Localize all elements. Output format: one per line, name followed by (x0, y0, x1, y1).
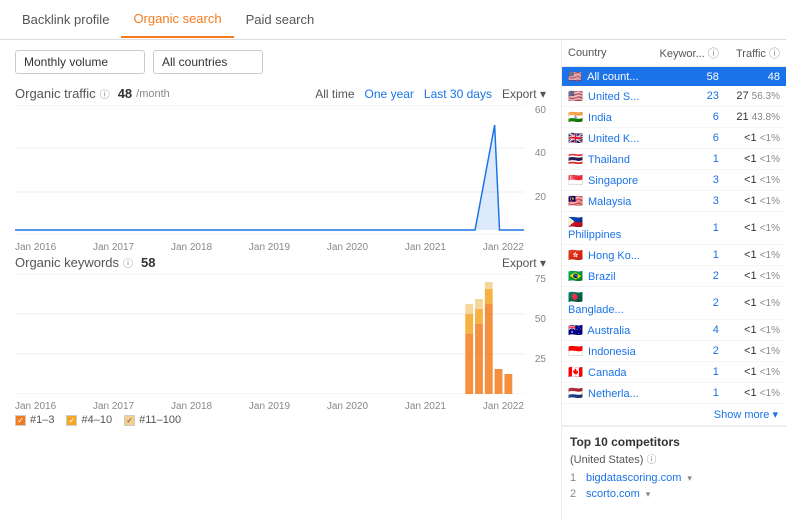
traffic-xlabel-6: Jan 2022 (483, 242, 524, 253)
traffic-chart (15, 105, 524, 235)
country-row[interactable]: 🇮🇳 India 6 21 43.8% (562, 107, 786, 128)
country-row[interactable]: 🇮🇩 Indonesia 2 <1 <1% (562, 341, 786, 362)
time-one-year[interactable]: One year (365, 87, 414, 101)
traffic-xlabel-1: Jan 2017 (93, 242, 134, 253)
country-row[interactable]: 🇧🇷 Brazil 2 <1 <1% (562, 266, 786, 287)
legend-item-4-10: ✓ #4–10 (66, 414, 112, 426)
country-select[interactable]: All countries (153, 50, 263, 74)
kw-xlabel-5: Jan 2021 (405, 401, 446, 412)
keywords-chart (15, 274, 524, 394)
country-row[interactable]: 🇭🇰 Hong Ko... 1 <1 <1% (562, 245, 786, 266)
traffic-axis-60: 60 (526, 105, 546, 116)
competitors-info-icon[interactable]: ⓘ (646, 455, 656, 466)
country-row[interactable]: 🇹🇭 Thailand 1 <1 <1% (562, 149, 786, 170)
competitor-arrow-icon: ▾ (687, 473, 692, 484)
kw-xlabel-2: Jan 2018 (171, 401, 212, 412)
kw-xlabel-6: Jan 2022 (483, 401, 524, 412)
tab-paid-search[interactable]: Paid search (234, 2, 327, 37)
country-row[interactable]: 🇬🇧 United K... 6 <1 <1% (562, 128, 786, 149)
traffic-axis-40: 40 (526, 148, 546, 159)
volume-select[interactable]: Monthly volume (15, 50, 145, 74)
country-row[interactable]: 🇨🇦 Canada 1 <1 <1% (562, 362, 786, 383)
competitor-link[interactable]: bigdatascoring.com (586, 472, 681, 484)
country-table: Country Keywor... ⓘ Traffic ⓘ 🇺🇸 All cou… (562, 40, 786, 404)
traffic-export[interactable]: Export ▾ (502, 87, 546, 101)
kw-xlabel-4: Jan 2020 (327, 401, 368, 412)
traffic-xlabel-2: Jan 2018 (171, 242, 212, 253)
tab-organic-search[interactable]: Organic search (121, 1, 233, 38)
traffic-col-info[interactable]: ⓘ (769, 48, 780, 60)
competitor-item[interactable]: 1 bigdatascoring.com ▾ (570, 472, 778, 484)
country-row[interactable]: 🇳🇱 Netherla... 1 <1 <1% (562, 383, 786, 404)
tab-backlink-profile[interactable]: Backlink profile (10, 2, 121, 37)
keywords-export[interactable]: Export ▾ (502, 256, 546, 270)
traffic-xlabel-5: Jan 2021 (405, 242, 446, 253)
kw-xlabel-0: Jan 2016 (15, 401, 56, 412)
traffic-xlabel-0: Jan 2016 (15, 242, 56, 253)
show-more-btn[interactable]: Show more ▾ (562, 404, 786, 426)
country-row[interactable]: 🇲🇾 Malaysia 3 <1 <1% (562, 191, 786, 212)
keywords-title: Organic keywords (15, 255, 119, 270)
traffic-unit: /month (136, 88, 170, 100)
keywords-col-info[interactable]: ⓘ (708, 48, 719, 60)
country-row[interactable]: 🇵🇭 Philippines 1 <1 <1% (562, 212, 786, 245)
keywords-value: 58 (141, 255, 155, 270)
competitors-subtitle: (United States) ⓘ (570, 451, 778, 466)
competitor-num: 1 (570, 472, 580, 484)
legend-item-11-100: ✓ #11–100 (124, 414, 181, 426)
col-country: Country (562, 40, 647, 67)
traffic-info-icon[interactable]: ⓘ (100, 86, 110, 101)
legend-item-1-3: ✓ #1–3 (15, 414, 54, 426)
time-last-30[interactable]: Last 30 days (424, 87, 492, 101)
competitor-arrow-icon: ▾ (646, 489, 651, 500)
kw-xlabel-3: Jan 2019 (249, 401, 290, 412)
kw-axis-50: 50 (526, 314, 546, 325)
country-row[interactable]: 🇺🇸 United S... 23 27 56.3% (562, 86, 786, 107)
kw-axis-75: 75 (526, 274, 546, 285)
competitor-num: 2 (570, 488, 580, 500)
kw-xlabel-1: Jan 2017 (93, 401, 134, 412)
country-row[interactable]: 🇺🇸 All count... 58 48 (562, 67, 786, 87)
tabs-bar: Backlink profile Organic search Paid sea… (0, 0, 786, 40)
country-row[interactable]: 🇦🇺 Australia 4 <1 <1% (562, 320, 786, 341)
traffic-title: Organic traffic (15, 86, 96, 101)
country-row[interactable]: 🇸🇬 Singapore 3 <1 <1% (562, 170, 786, 191)
col-traffic: Traffic ⓘ (725, 40, 786, 67)
competitors-title: Top 10 competitors (570, 435, 778, 449)
competitor-item[interactable]: 2 scorto.com ▾ (570, 488, 778, 500)
country-row[interactable]: 🇧🇩 Banglade... 2 <1 <1% (562, 287, 786, 320)
col-keywords: Keywor... ⓘ (647, 40, 725, 67)
traffic-xlabel-3: Jan 2019 (249, 242, 290, 253)
kw-axis-25: 25 (526, 354, 546, 365)
traffic-value: 48 (118, 86, 132, 101)
competitor-link[interactable]: scorto.com (586, 488, 640, 500)
traffic-axis-20: 20 (526, 192, 546, 203)
time-all[interactable]: All time (315, 87, 354, 101)
traffic-xlabel-4: Jan 2020 (327, 242, 368, 253)
keywords-info-icon[interactable]: ⓘ (123, 255, 133, 270)
